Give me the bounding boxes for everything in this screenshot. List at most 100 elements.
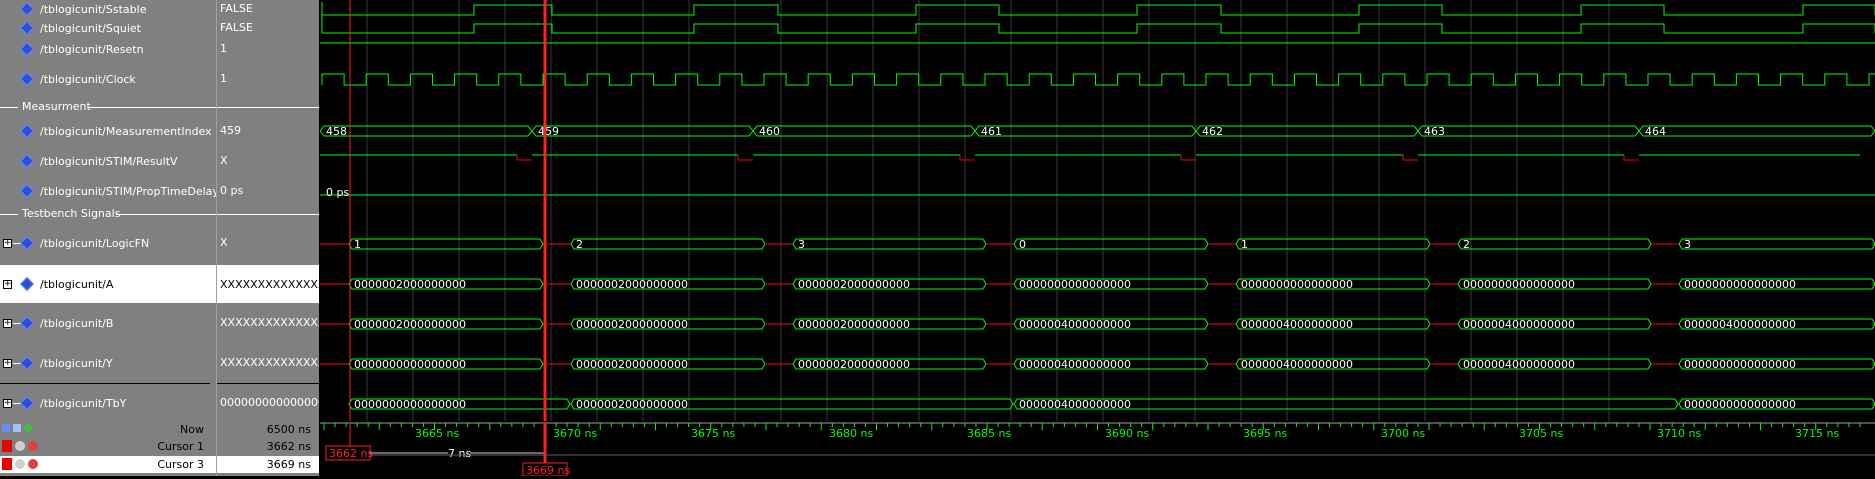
timeline-tick-label: 3710 ns [1657, 427, 1701, 440]
signal-diamond-icon [19, 235, 35, 251]
logicfn-label: 0 [1019, 238, 1026, 251]
signal-value: 459 [220, 124, 241, 137]
signal-row[interactable]: /tblogicunit/Sstable [0, 1, 216, 18]
cursor3-row[interactable]: Cursor 3 [0, 456, 216, 473]
lock-icon[interactable] [2, 440, 12, 452]
logicfn-label: 2 [1463, 238, 1470, 251]
signal-value: 1 [220, 42, 227, 55]
signal-value: 0000000000000000 [220, 396, 319, 409]
expand-icon[interactable]: + [3, 399, 12, 408]
cursor1-marker-label: 3662 ns [329, 447, 373, 460]
wrench-icon[interactable] [15, 459, 25, 469]
y-bus-label: 0000000000000000 [1684, 358, 1796, 371]
signal-value: X [220, 154, 228, 167]
cursor3-value: 3669 ns [217, 456, 319, 473]
signal-value: 1 [220, 72, 227, 85]
b-bus-label: 0000004000000000 [1684, 318, 1796, 331]
logicfn-label: 1 [354, 238, 361, 251]
measurement-index-segment [1638, 125, 1875, 137]
y-bus-label: 0000002000000000 [576, 358, 688, 371]
expand-icon[interactable]: + [3, 239, 12, 248]
signal-row[interactable]: /tblogicunit/STIM/PropTimeDelay [0, 183, 219, 200]
measurement-index-label: 463 [1424, 125, 1445, 138]
insert-cursor-icon[interactable] [24, 424, 32, 432]
measurement-index-segment [752, 125, 976, 137]
expand-icon[interactable]: + [3, 280, 12, 289]
logicfn-label: 3 [1684, 238, 1691, 251]
timeline-pane[interactable]: 3665 ns 3670 ns 3675 ns 3680 ns 3685 ns 3690 … [320, 421, 1875, 477]
timeline-canvas[interactable]: 3665 ns 3670 ns 3675 ns 3680 ns 3685 ns 3690 … [320, 421, 1875, 477]
signal-row[interactable]: +/tblogicunit/TbY [0, 395, 216, 412]
wrench-icon[interactable] [15, 441, 25, 451]
signal-diamond-icon [19, 20, 35, 36]
signal-diamond-icon [19, 123, 35, 139]
logicfn-segment [1678, 238, 1875, 250]
measurement-index-segment [974, 125, 1197, 137]
waveform-pane[interactable]: 458 459 460 461 462 463 464 0 ps 1 2 3 0 1 2 3 00000020… [319, 0, 1875, 421]
b-bus-label: 0000002000000000 [576, 318, 688, 331]
timeline-tick-label: 3675 ns [691, 427, 735, 440]
signal-row[interactable]: /tblogicunit/STIM/ResultV [0, 153, 216, 170]
a-bus-label: 0000000000000000 [1019, 278, 1131, 291]
b-bus-label: 0000004000000000 [1241, 318, 1353, 331]
signal-row[interactable]: +/tblogicunit/LogicFN [0, 235, 216, 252]
signal-row[interactable]: /tblogicunit/Clock [0, 71, 216, 88]
signal-row[interactable]: +/tblogicunit/Y [0, 355, 216, 372]
b-bus-label: 0000004000000000 [1019, 318, 1131, 331]
y-bus-label: 0000004000000000 [1241, 358, 1353, 371]
now-row: Now [0, 421, 216, 438]
squiet-wave [322, 23, 1875, 34]
lock-icon[interactable] [2, 458, 12, 470]
tby-label: 0000002000000000 [576, 398, 688, 411]
signal-value: 0 ps [220, 184, 244, 197]
timeline-tick-label: 3670 ns [553, 427, 597, 440]
signal-row[interactable]: +/tblogicunit/B [0, 315, 216, 332]
signal-values-pane: FALSE FALSE 1 1 459 X 0 ps X XXXXXXXXXXX… [216, 0, 319, 421]
cursor1-row[interactable]: Cursor 1 [0, 438, 216, 455]
waveform-canvas[interactable]: 458 459 460 461 462 463 464 0 ps 1 2 3 0 1 2 3 00000020… [319, 0, 1875, 421]
timeline-tick-label: 3685 ns [967, 427, 1011, 440]
delete-cursor-icon[interactable] [28, 441, 38, 451]
signal-row[interactable]: /tblogicunit/MeasurementIndex [0, 123, 216, 140]
logicfn-segment [1457, 238, 1652, 250]
tby-label: 0000004000000000 [1019, 398, 1131, 411]
signal-row-selected[interactable]: +/tblogicunit/A [0, 265, 216, 303]
logicfn-segment [570, 238, 766, 250]
signal-row[interactable]: /tblogicunit/Squiet [0, 20, 216, 37]
measurement-index-label: 460 [759, 125, 780, 138]
timeline-tick-label: 3665 ns [415, 427, 459, 440]
expand-icon[interactable]: + [3, 319, 12, 328]
measurement-index-label: 464 [1645, 125, 1666, 138]
zoom-icon[interactable] [13, 424, 21, 432]
logicfn-segment [1013, 238, 1209, 250]
signal-names-pane: /tblogicunit/Sstable /tblogicunit/Squiet… [0, 0, 219, 421]
now-value: 6500 ns [266, 423, 311, 436]
group-divider-line [217, 214, 319, 215]
row-separator [0, 383, 210, 384]
y-bus-label: 0000004000000000 [1019, 358, 1131, 371]
sstable-wave [322, 4, 1875, 16]
signal-value: X [220, 236, 228, 249]
signal-value-selected: XXXXXXXXXXXXXXXX [217, 265, 319, 303]
signal-diamond-icon [19, 395, 35, 411]
add-cursor-icon[interactable] [2, 424, 10, 432]
signal-diamond-icon [19, 183, 35, 199]
group-divider[interactable]: Measurment [0, 100, 216, 114]
cursor1-value: 3662 ns [266, 440, 311, 453]
logicfn-label: 3 [798, 238, 805, 251]
timeline-tick-label: 3715 ns [1795, 427, 1839, 440]
group-divider[interactable]: Testbench Signals [0, 207, 216, 221]
b-bus-label: 0000004000000000 [1463, 318, 1575, 331]
tby-label: 0000000000000000 [1684, 398, 1796, 411]
measurement-index-segment [1417, 125, 1640, 137]
y-bus-label: 0000000000000000 [354, 358, 466, 371]
timeline-tick-label: 3705 ns [1519, 427, 1563, 440]
logicfn-label: 1 [1241, 238, 1248, 251]
timeline-tick-label: 3680 ns [829, 427, 873, 440]
b-bus-label: 0000002000000000 [798, 318, 910, 331]
signal-diamond-icon [19, 315, 35, 331]
measurement-index-label: 462 [1202, 125, 1223, 138]
delete-cursor-icon[interactable] [28, 459, 38, 469]
signal-row[interactable]: /tblogicunit/Resetn [0, 41, 216, 58]
expand-icon[interactable]: + [3, 359, 12, 368]
